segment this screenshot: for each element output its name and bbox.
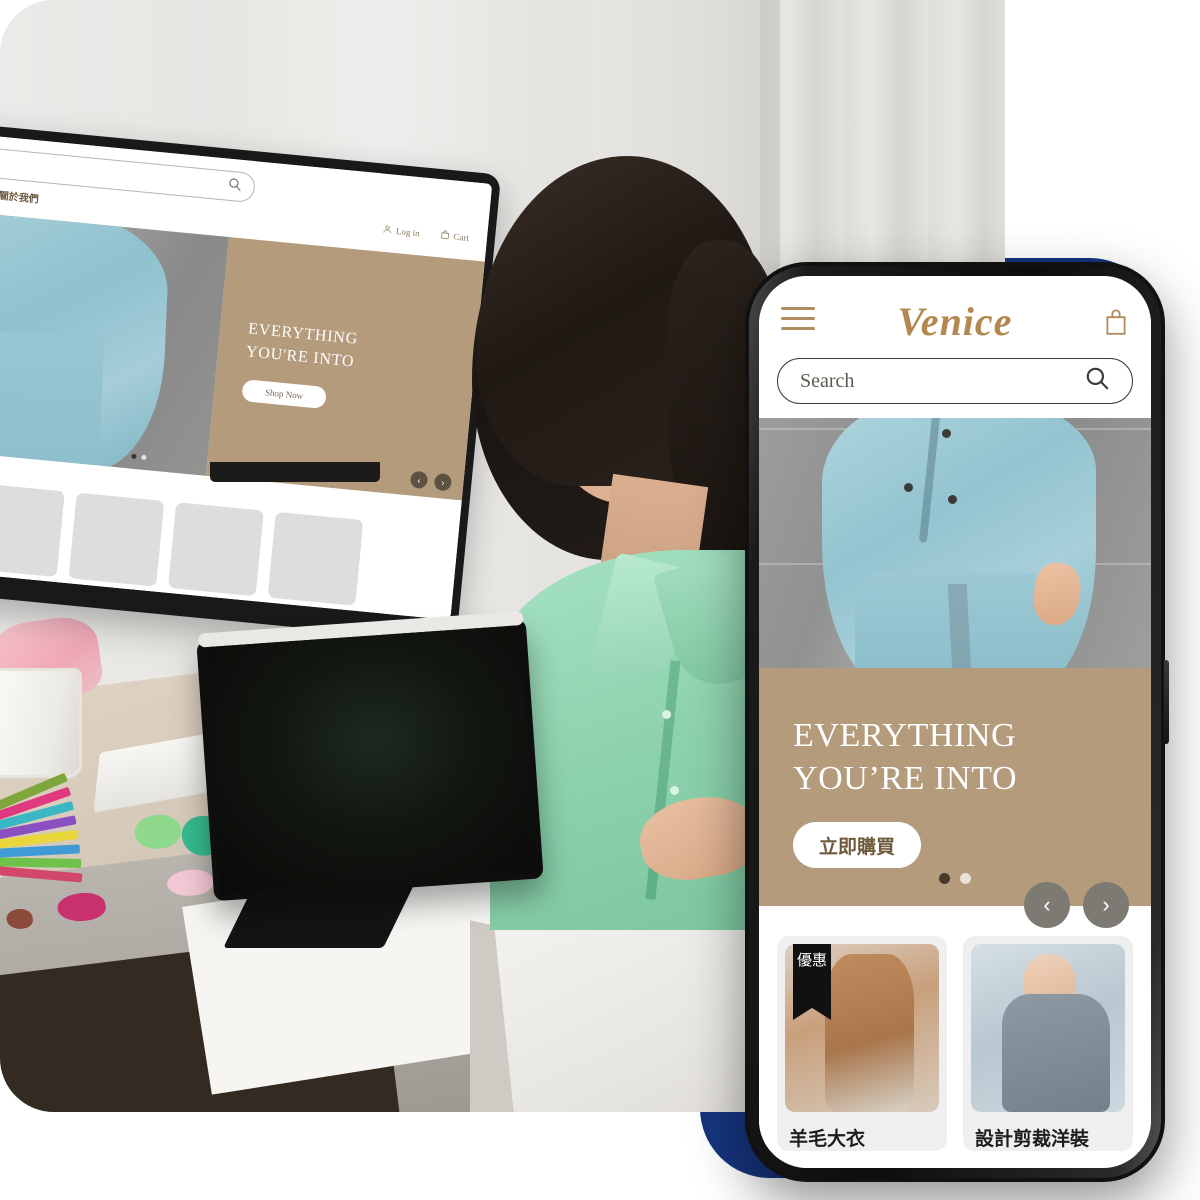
mockup-stage: Search 最新消息 關於我們 (0, 0, 1200, 1200)
monitor-login-link[interactable]: Log in (382, 224, 421, 240)
user-icon (382, 224, 393, 237)
monitor-hero-line2: YOU'RE INTO (245, 343, 356, 371)
shirt-button (670, 786, 679, 795)
chevron-left-icon[interactable]: ‹ (1024, 882, 1070, 928)
chevron-right-icon[interactable]: › (1083, 882, 1129, 928)
monitor-thumbnail[interactable] (267, 511, 364, 606)
tablet-device (196, 610, 544, 902)
phone-power-button[interactable] (1164, 660, 1169, 744)
monitor-stand (210, 462, 380, 482)
monitor-login-label: Log in (395, 226, 421, 239)
carousel-dot-1[interactable] (939, 873, 950, 884)
hero-model-suit (821, 418, 1097, 668)
phone-header: Venice (759, 276, 1151, 342)
monitor-hero-image (0, 205, 229, 476)
search-placeholder: Search (800, 369, 855, 392)
monitor-dot-1[interactable] (131, 453, 137, 460)
monitor-thumbnail[interactable] (168, 502, 264, 597)
tablet-screen[interactable] (202, 625, 538, 895)
monitor-thumbnail[interactable] (0, 483, 65, 578)
product-name: 設計剪裁洋裝 (975, 1129, 1090, 1150)
product-name: 羊毛大衣 (789, 1129, 866, 1150)
brand-logo[interactable]: Venice (815, 302, 1095, 342)
monitor-dot-2[interactable] (141, 454, 147, 461)
hero-headline: EVERYTHING YOU’RE INTO (793, 714, 1117, 800)
hero-line2: YOU’RE INTO (793, 760, 1018, 798)
product-card[interactable]: 優惠 羊毛大衣 (777, 936, 947, 1151)
shopping-bag-icon[interactable] (1095, 308, 1129, 336)
phone-screen: Venice Search EVERYTHING YOU’RE INTO 立即購… (759, 276, 1151, 1168)
search-input[interactable]: Search (777, 358, 1133, 404)
smartphone-device: Venice Search EVERYTHING YOU’RE INTO 立即購… (745, 262, 1169, 1182)
monitor-hero-line1: EVERYTHING (247, 320, 359, 348)
search-icon[interactable] (227, 177, 243, 196)
monitor-shop-now-button[interactable]: Shop Now (241, 379, 328, 410)
monitor-screen: Search 最新消息 關於我們 (0, 128, 493, 621)
phone-hero-image (759, 418, 1151, 668)
chevron-left-icon[interactable]: ‹ (409, 470, 429, 490)
coffee-mug (0, 668, 82, 778)
hero-line1: EVERYTHING (793, 717, 1017, 754)
carousel-nav: ‹ › (1024, 882, 1129, 928)
carousel-dot-2[interactable] (960, 873, 971, 884)
monitor-nav: 最新消息 關於我們 (0, 180, 40, 206)
hero-model-suit (0, 205, 172, 475)
phone-hero-banner: EVERYTHING YOU’RE INTO 立即購買 ‹ › (759, 668, 1151, 928)
carousel-dots (939, 873, 971, 884)
buy-now-button[interactable]: 立即購買 (793, 822, 921, 869)
monitor-nav-item-about[interactable]: 關於我們 (0, 187, 40, 206)
monitor-thumbnail[interactable] (68, 492, 165, 587)
product-image (971, 944, 1125, 1112)
phone-product-grid: 優惠 羊毛大衣 設計剪裁洋裝 (759, 906, 1151, 1151)
hamburger-icon[interactable] (781, 307, 815, 337)
shirt-button (662, 710, 671, 719)
desktop-monitor: Search 最新消息 關於我們 (0, 117, 502, 643)
search-icon[interactable] (1084, 365, 1110, 397)
product-card[interactable]: 設計剪裁洋裝 (963, 936, 1133, 1151)
